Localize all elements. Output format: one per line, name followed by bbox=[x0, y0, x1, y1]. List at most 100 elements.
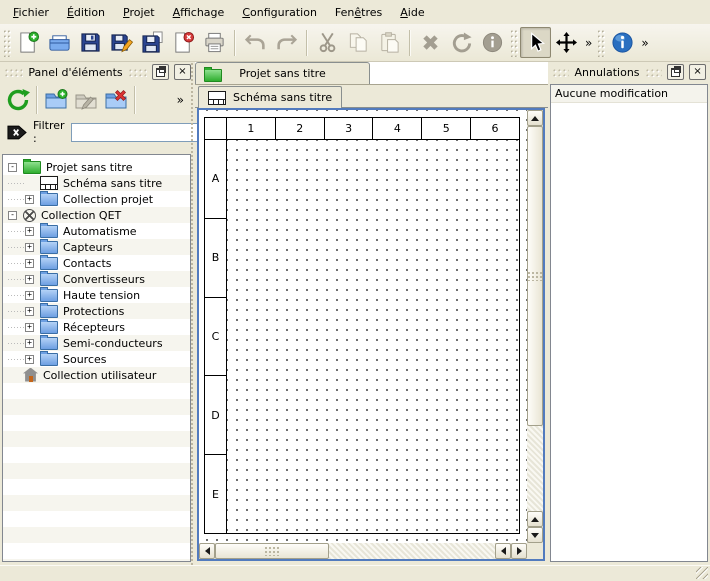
tree-item[interactable]: + Automatisme bbox=[3, 223, 190, 239]
tree-item-label: Capteurs bbox=[63, 241, 113, 254]
undo-panel-titlebar[interactable]: Annulations × bbox=[548, 62, 710, 82]
new-category-button[interactable] bbox=[41, 85, 71, 115]
close-panel-button[interactable]: × bbox=[689, 64, 706, 80]
scroll-up-button[interactable] bbox=[527, 511, 543, 527]
scroll-right-button[interactable] bbox=[511, 543, 527, 559]
vertical-scrollbar[interactable] bbox=[527, 110, 543, 543]
tree-item[interactable]: + Semi-conducteurs bbox=[3, 335, 190, 351]
tree-expander[interactable]: + bbox=[25, 195, 34, 204]
tree-expander[interactable]: + bbox=[25, 243, 34, 252]
tree-item[interactable]: + Sources bbox=[3, 351, 190, 367]
cut-icon bbox=[316, 31, 339, 54]
menu-item[interactable]: Fenêtres bbox=[326, 2, 391, 23]
new-document-button[interactable] bbox=[13, 27, 44, 58]
close-file-button[interactable] bbox=[168, 27, 199, 58]
tree-item[interactable]: + Haute tension bbox=[3, 287, 190, 303]
tree-expander[interactable]: + bbox=[25, 259, 34, 268]
elements-panel-titlebar[interactable]: Panel d'éléments × bbox=[0, 62, 195, 82]
tree-item[interactable]: + Convertisseurs bbox=[3, 271, 190, 287]
tree-item-icon bbox=[40, 337, 58, 350]
schema-view[interactable]: 123456 ABCDE bbox=[197, 108, 545, 561]
horizontal-scrollbar[interactable] bbox=[199, 543, 527, 559]
float-panel-button[interactable] bbox=[152, 64, 169, 80]
elements-tree[interactable]: - Projet sans titre Schéma sans titre bbox=[2, 154, 191, 562]
tree-item[interactable]: + Contacts bbox=[3, 255, 190, 271]
tree-item-label: Protections bbox=[63, 305, 124, 318]
elements-panel-title: Panel d'éléments bbox=[28, 66, 122, 79]
save-button[interactable] bbox=[75, 27, 106, 58]
close-panel-button[interactable]: × bbox=[174, 64, 191, 80]
tree-expander[interactable]: + bbox=[25, 291, 34, 300]
menu-item[interactable]: Fichier bbox=[4, 2, 58, 23]
select-tool-button[interactable] bbox=[520, 27, 551, 58]
menu-item[interactable]: Édition bbox=[58, 2, 114, 23]
tree-item-label: Semi-conducteurs bbox=[63, 337, 163, 350]
menu-item[interactable]: Projet bbox=[114, 2, 164, 23]
scroll-down-button[interactable] bbox=[527, 527, 543, 543]
toolbar-handle[interactable] bbox=[510, 29, 518, 57]
tree-expander[interactable]: - bbox=[8, 163, 17, 172]
tree-expander[interactable]: - bbox=[8, 211, 17, 220]
schema-tab[interactable]: Schéma sans titre bbox=[198, 86, 342, 108]
save-as-button[interactable] bbox=[106, 27, 137, 58]
open-icon bbox=[48, 31, 71, 54]
menu-item[interactable]: Aide bbox=[391, 2, 433, 23]
close-file-icon bbox=[172, 31, 195, 54]
dock-grip-texture bbox=[552, 68, 569, 77]
toolbar-separator bbox=[306, 30, 308, 56]
tree-expander[interactable]: + bbox=[25, 355, 34, 364]
tree-indent bbox=[8, 263, 25, 264]
menu-item[interactable]: Affichage bbox=[164, 2, 234, 23]
redo-icon bbox=[275, 31, 298, 54]
schema-canvas[interactable]: 123456 ABCDE bbox=[199, 110, 527, 543]
delete-category-button[interactable] bbox=[101, 85, 131, 115]
row-header: B bbox=[205, 219, 226, 298]
move-tool-button[interactable] bbox=[551, 27, 582, 58]
scrollbar-corner bbox=[527, 543, 543, 559]
paste-button bbox=[374, 27, 405, 58]
tree-item[interactable]: + Capteurs bbox=[3, 239, 190, 255]
menu-item[interactable]: Configuration bbox=[233, 2, 326, 23]
toolbar-handle[interactable] bbox=[3, 29, 11, 57]
open-button[interactable] bbox=[44, 27, 75, 58]
row-header: D bbox=[205, 376, 226, 455]
scroll-up-button[interactable] bbox=[527, 110, 543, 126]
tree-item[interactable]: + Protections bbox=[3, 303, 190, 319]
save-all-button[interactable] bbox=[137, 27, 168, 58]
tree-item[interactable]: + Récepteurs bbox=[3, 319, 190, 335]
resize-grip-icon[interactable] bbox=[696, 567, 708, 579]
row-header: C bbox=[205, 298, 226, 377]
about-button[interactable] bbox=[607, 27, 638, 58]
project-tab[interactable]: Projet sans titre bbox=[195, 62, 370, 84]
tree-item[interactable]: - Collection QET bbox=[3, 207, 190, 223]
schema-tab-icon bbox=[208, 91, 226, 105]
vertical-scrollbar-thumb[interactable] bbox=[527, 126, 543, 426]
tree-item-label: Récepteurs bbox=[63, 321, 125, 334]
up-arrow-icon bbox=[531, 116, 539, 121]
tree-item[interactable]: Collection utilisateur bbox=[3, 367, 190, 383]
clear-filter-icon[interactable] bbox=[7, 124, 27, 141]
scroll-left-button[interactable] bbox=[199, 543, 215, 559]
reload-collections-button[interactable] bbox=[3, 85, 33, 115]
horizontal-scrollbar-thumb[interactable] bbox=[215, 543, 329, 559]
tree-expander[interactable]: + bbox=[25, 227, 34, 236]
tree-item[interactable]: - Projet sans titre bbox=[3, 159, 190, 175]
tree-item[interactable]: + Collection projet bbox=[3, 191, 190, 207]
scroll-left-button[interactable] bbox=[495, 543, 511, 559]
tree-expander[interactable]: + bbox=[25, 339, 34, 348]
tree-expander[interactable]: + bbox=[25, 323, 34, 332]
tree-expander[interactable]: + bbox=[25, 307, 34, 316]
row-header: E bbox=[205, 455, 226, 533]
toolbar-overflow-chevron[interactable]: » bbox=[638, 36, 651, 50]
toolbar-handle[interactable] bbox=[597, 29, 605, 57]
undo-list[interactable]: Aucune modification bbox=[550, 84, 708, 562]
float-panel-button[interactable] bbox=[667, 64, 684, 80]
up-arrow-icon bbox=[531, 517, 539, 522]
print-button[interactable] bbox=[199, 27, 230, 58]
undo-list-item[interactable]: Aucune modification bbox=[551, 85, 707, 103]
tree-expander[interactable]: + bbox=[25, 275, 34, 284]
tree-item[interactable]: Schéma sans titre bbox=[3, 175, 190, 191]
panel-toolbar-overflow-chevron[interactable]: » bbox=[177, 93, 184, 107]
corner-cell bbox=[205, 118, 227, 139]
toolbar-overflow-chevron[interactable]: » bbox=[582, 36, 595, 50]
